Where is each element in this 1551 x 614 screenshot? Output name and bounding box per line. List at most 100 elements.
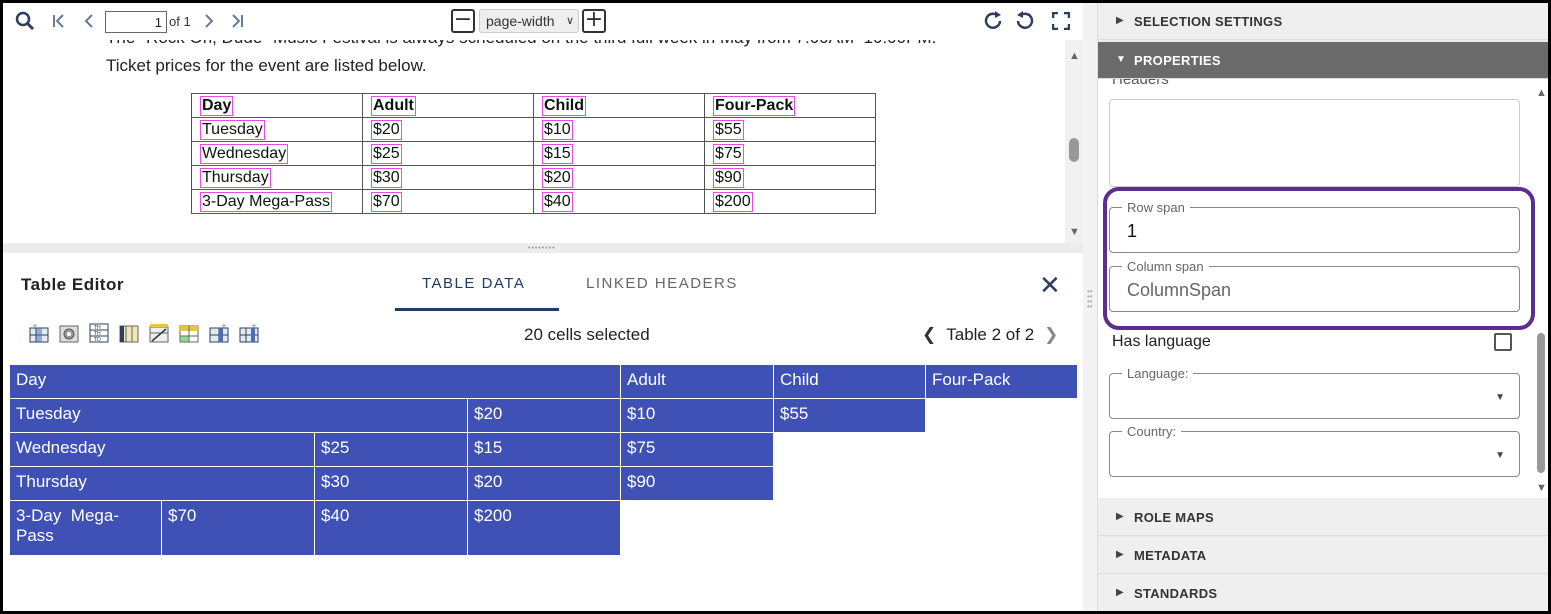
has-language-checkbox[interactable] <box>1494 333 1512 351</box>
merge-columns-icon[interactable] <box>117 321 140 344</box>
document-table-row: Wednesday $25 $15 $75 <box>191 141 876 166</box>
grid-cell[interactable]: Adult <box>620 364 774 399</box>
previous-page-icon[interactable] <box>79 9 99 33</box>
page-count: of 1 <box>169 14 191 29</box>
document-text-line: Ticket prices for the event are listed b… <box>106 56 427 75</box>
page-number-input[interactable] <box>105 11 167 33</box>
scrollbar-thumb[interactable] <box>1537 333 1545 473</box>
grid-cell[interactable]: 3-Day Mega-Pass <box>9 500 162 556</box>
grid-cell[interactable]: Thursday <box>9 466 315 501</box>
grid-cell[interactable]: Day <box>9 364 621 399</box>
grid-cell[interactable]: Wednesday <box>9 432 315 467</box>
document-table-cell[interactable]: $10 <box>533 117 705 142</box>
first-page-icon[interactable] <box>49 9 69 33</box>
last-page-icon[interactable] <box>227 9 247 33</box>
grid-cell[interactable]: $15 <box>467 432 621 467</box>
document-table-cell[interactable]: $20 <box>533 165 705 190</box>
document-table-cell[interactable]: $75 <box>704 141 876 166</box>
grid-cell[interactable]: $30 <box>314 466 468 501</box>
accordion-selection-settings[interactable]: ▶ SELECTION SETTINGS <box>1098 3 1548 40</box>
document-table-cell[interactable]: Child <box>533 93 705 118</box>
scroll-down-icon[interactable]: ▼ <box>1536 482 1547 494</box>
grid-cell[interactable]: $20 <box>467 466 621 501</box>
document-table-cell[interactable]: 3-Day Mega-Pass <box>191 189 363 214</box>
headers-field[interactable] <box>1109 99 1520 187</box>
split-cells-icon[interactable] <box>147 321 170 344</box>
scroll-up-icon[interactable]: ▲ <box>1069 50 1080 62</box>
tab-table-data[interactable]: TABLE DATA <box>422 275 525 292</box>
document-table-cell[interactable]: Thursday <box>191 165 363 190</box>
document-table-cell[interactable]: $20 <box>362 117 534 142</box>
document-table-row: Tuesday $20 $10 $55 <box>191 117 876 142</box>
country-label: Country: <box>1122 424 1182 439</box>
zoom-select[interactable]: page-width ∨ <box>479 9 579 33</box>
properties-scrollbar[interactable]: ▲ ▼ <box>1534 87 1548 498</box>
document-table-cell[interactable]: Day <box>191 93 363 118</box>
tab-linked-headers[interactable]: LINKED HEADERS <box>586 275 738 292</box>
scrollbar-thumb[interactable] <box>1069 138 1079 162</box>
grid-cell[interactable]: $40 <box>314 500 468 556</box>
grid-cell[interactable]: $10 <box>620 398 774 433</box>
dropdown-arrow-icon: ▼ <box>1495 392 1505 403</box>
drag-handle-icon[interactable]: •••••••• <box>1087 288 1093 311</box>
document-table-cell[interactable]: Wednesday <box>191 141 363 166</box>
grid-cell[interactable]: $20 <box>467 398 621 433</box>
document-table-cell[interactable]: Four-Pack <box>704 93 876 118</box>
settings-cells-icon[interactable] <box>57 321 80 344</box>
zoom-out-button[interactable]: − <box>451 9 475 33</box>
has-language-label: Has language <box>1112 333 1211 350</box>
insert-column-icon[interactable]: + <box>27 321 50 344</box>
grid-cell[interactable]: $75 <box>620 432 774 467</box>
accordion-role-maps[interactable]: ▶ ROLE MAPS <box>1098 499 1548 536</box>
accordion-properties[interactable]: ▼ PROPERTIES <box>1098 42 1548 79</box>
grid-cell[interactable]: $55 <box>773 398 926 433</box>
document-table-cell[interactable]: $25 <box>362 141 534 166</box>
fullscreen-icon[interactable] <box>1049 9 1073 33</box>
grid-cell[interactable]: $90 <box>620 466 774 501</box>
pane-splitter[interactable]: •••••••• <box>3 243 1083 253</box>
insert-row-icon[interactable]: + <box>207 321 230 344</box>
close-icon[interactable]: ✕ <box>1039 271 1061 301</box>
document-table-cell[interactable]: $15 <box>533 141 705 166</box>
accordion-label: PROPERTIES <box>1134 53 1221 68</box>
rotate-counterclockwise-icon[interactable] <box>1013 9 1037 33</box>
grid-cell[interactable]: Child <box>773 364 926 399</box>
chevron-down-icon: ∨ <box>565 15 574 27</box>
document-page: The "Rock On, Dude" Music Festival is al… <box>3 40 1065 243</box>
document-table-cell[interactable]: $90 <box>704 165 876 190</box>
scroll-down-icon[interactable]: ▼ <box>1069 226 1080 238</box>
rotate-clockwise-icon[interactable] <box>981 9 1005 33</box>
country-select[interactable]: Country: ▼ <box>1109 424 1520 477</box>
delete-row-icon[interactable]: + <box>237 321 260 344</box>
table-tools: + TH TH TD + + <box>27 321 260 344</box>
grid-cell[interactable]: Tuesday <box>9 398 468 433</box>
document-table-cell[interactable]: $40 <box>533 189 705 214</box>
document-table-cell[interactable]: Adult <box>362 93 534 118</box>
previous-table-icon[interactable]: ❮ <box>918 325 940 345</box>
document-table-cell[interactable]: $55 <box>704 117 876 142</box>
next-page-icon[interactable] <box>199 9 219 33</box>
document-table-cell[interactable]: $200 <box>704 189 876 214</box>
zoom-in-button[interactable]: + <box>582 9 606 33</box>
next-table-icon[interactable]: ❯ <box>1040 325 1062 345</box>
caret-right-icon: ▶ <box>1116 549 1124 560</box>
svg-text:+: + <box>251 323 257 330</box>
language-select[interactable]: Language: ▼ <box>1109 366 1520 419</box>
grid-cell[interactable]: $25 <box>314 432 468 467</box>
header-type-icon[interactable]: TH TH TD <box>87 321 110 344</box>
grid-cell[interactable]: $70 <box>161 500 315 556</box>
document-table[interactable]: Day Adult Child Four-Pack Tuesday $20 $1… <box>191 93 876 214</box>
grid-cell[interactable]: $200 <box>467 500 621 556</box>
scroll-up-icon[interactable]: ▲ <box>1536 87 1547 99</box>
header-row-icon[interactable] <box>177 321 200 344</box>
document-scrollbar[interactable]: ▲ ▼ <box>1065 40 1083 243</box>
document-table-cell[interactable]: $70 <box>362 189 534 214</box>
grid-cell[interactable]: Four-Pack <box>925 364 1078 399</box>
accordion-standards[interactable]: ▶ STANDARDS <box>1098 575 1548 611</box>
document-table-cell[interactable]: $30 <box>362 165 534 190</box>
search-icon[interactable] <box>13 9 37 33</box>
accordion-metadata[interactable]: ▶ METADATA <box>1098 537 1548 574</box>
drag-handle-icon[interactable]: •••••••• <box>528 245 556 252</box>
svg-text:+: + <box>221 323 227 330</box>
document-table-cell[interactable]: Tuesday <box>191 117 363 142</box>
